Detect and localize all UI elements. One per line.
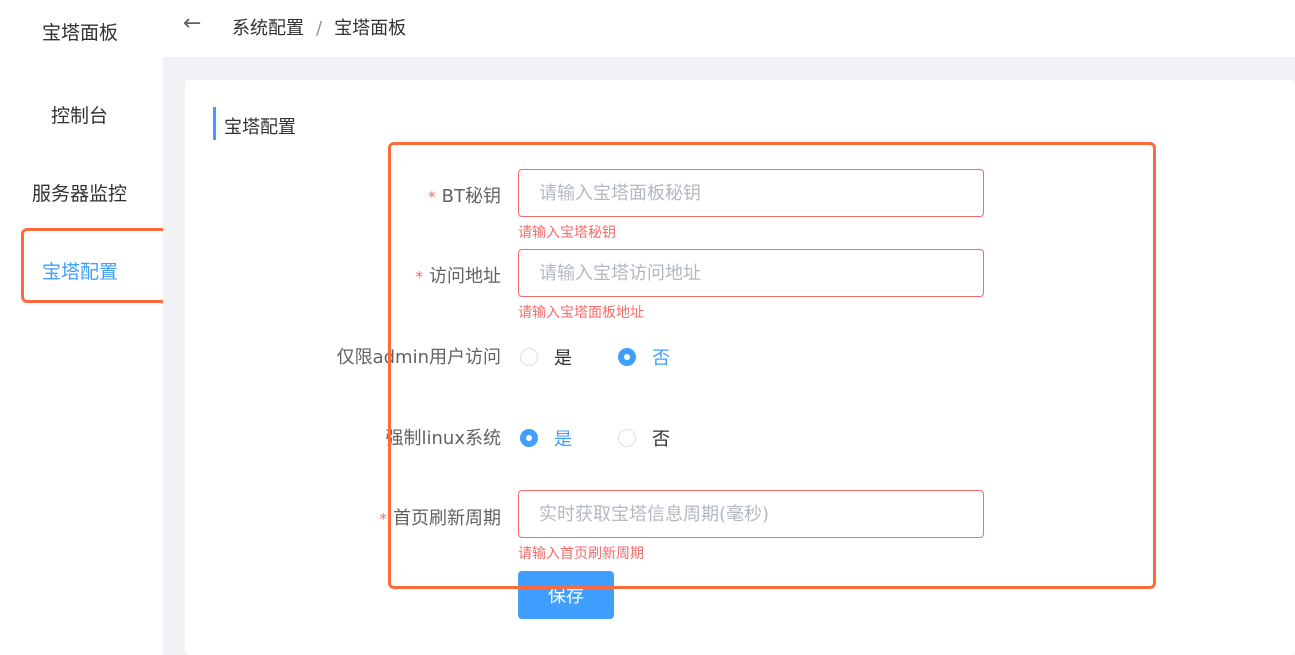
- sidebar-item-server-monitor[interactable]: 服务器监控: [32, 179, 127, 206]
- breadcrumb-item-bt-panel: 宝塔面板: [334, 18, 407, 39]
- required-mark: *: [379, 510, 388, 528]
- back-arrow-icon[interactable]: ←: [183, 10, 201, 38]
- breadcrumb: 系统配置 / 宝塔面板: [232, 14, 406, 40]
- section-title-accent: [213, 107, 216, 140]
- section-title: 宝塔配置: [224, 117, 296, 138]
- form-highlight-frame: [388, 142, 1156, 589]
- breadcrumb-separator: /: [316, 18, 323, 39]
- sidebar-item-dashboard[interactable]: 控制台: [51, 101, 108, 128]
- app-title: 宝塔面板: [42, 22, 119, 44]
- breadcrumb-item-system-config[interactable]: 系统配置: [232, 18, 304, 39]
